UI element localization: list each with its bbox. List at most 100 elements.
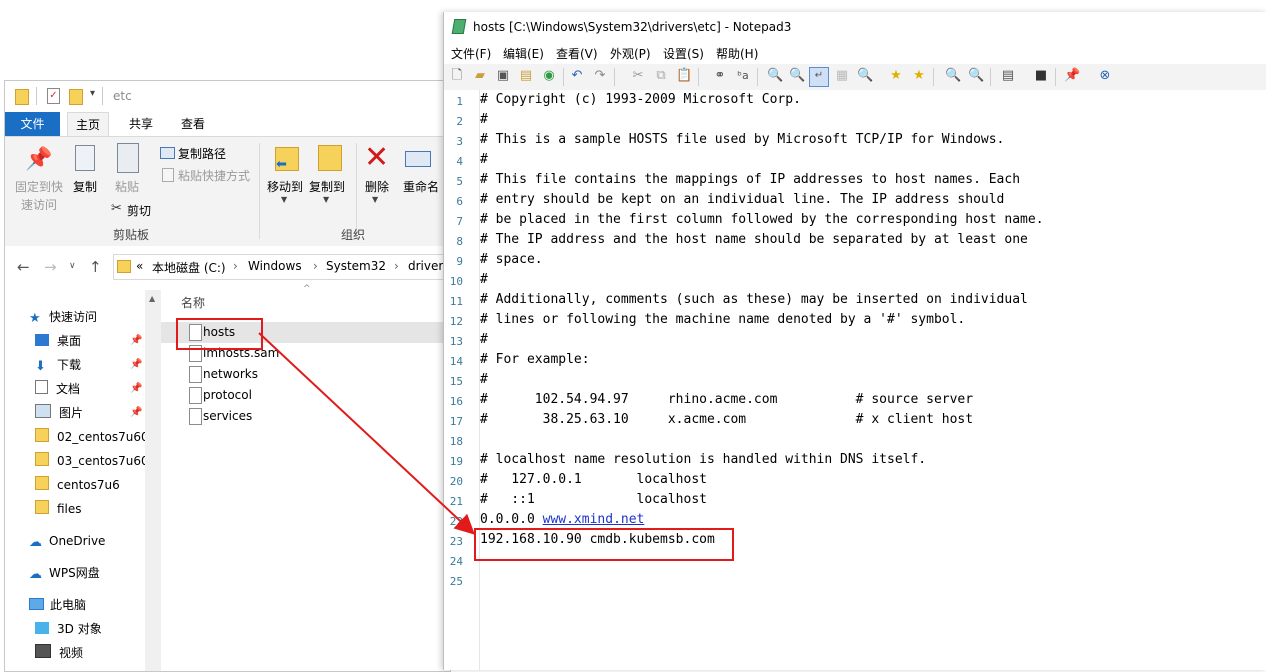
copy-icon[interactable]: ⧉ (653, 68, 669, 84)
toolbar-divider (614, 68, 615, 86)
pin-icon[interactable]: 📌 (130, 407, 142, 418)
zoom-out-icon[interactable]: 🔍 (968, 68, 984, 84)
editor-text-area[interactable]: # Copyright (c) 1993-2009 Microsoft Corp… (480, 90, 1266, 670)
line-number: 20 (449, 475, 463, 488)
redo-icon[interactable]: ↷ (592, 68, 608, 84)
file-name: networks (203, 367, 258, 381)
arrow-left-icon: ⬅ (276, 157, 287, 172)
file-row[interactable]: networks (161, 364, 450, 385)
nav-item-folder[interactable]: 02_centos7u60 (35, 426, 149, 448)
chevron-down-icon: ▼ (281, 195, 288, 204)
tab-view[interactable]: 查看 (173, 112, 213, 136)
pin-icon[interactable]: 📌 (130, 359, 142, 370)
copy-button[interactable]: 复制 (67, 178, 103, 195)
column-header-name[interactable]: 名称 (181, 294, 205, 311)
breadcrumb-item-windows[interactable]: Windows (248, 259, 302, 273)
properties-icon[interactable]: ✓ (47, 88, 60, 104)
breadcrumb-separator-icon[interactable]: › (233, 259, 238, 273)
line-number: 25 (449, 575, 463, 588)
replace-icon[interactable]: ᵇa (735, 68, 751, 84)
bookmark-add-icon[interactable]: ★ (911, 68, 927, 84)
breadcrumb-item-system32[interactable]: System32 (326, 259, 386, 273)
nav-item-this-pc[interactable]: 此电脑 (29, 594, 86, 616)
zoom-in-icon[interactable]: 🔍 (945, 68, 961, 84)
nav-item-wps[interactable]: ☁ WPS网盘 (29, 562, 100, 584)
nav-item-folder[interactable]: 03_centos7u60 (35, 450, 149, 472)
delete-button[interactable]: 删除 (361, 178, 393, 195)
goto-icon[interactable]: 🔍 (767, 68, 783, 84)
pin-to-quick-access-button[interactable]: 固定到快 速访问 (9, 178, 69, 214)
bookmark-star-icon[interactable]: ★ (888, 68, 904, 84)
new-folder-icon[interactable] (69, 89, 83, 105)
tab-share[interactable]: 共享 (121, 112, 161, 136)
exit-icon[interactable]: ⊗ (1097, 68, 1113, 84)
cut-icon[interactable]: ✂ (630, 68, 646, 84)
menu-edit[interactable]: 编辑(E) (503, 45, 544, 62)
hyperlink[interactable]: www.xmind.net (543, 512, 645, 527)
rename-button[interactable]: 重命名 (399, 178, 443, 195)
file-row[interactable]: protocol (161, 385, 450, 406)
new-file-icon[interactable]: 🗋 (449, 68, 465, 84)
nav-scrollbar[interactable]: ▲ (145, 290, 161, 671)
nav-item-3d-objects[interactable]: 3D 对象 (35, 618, 102, 640)
menu-settings[interactable]: 设置(S) (663, 45, 704, 62)
document-icon (35, 380, 48, 394)
nav-item-quick-access[interactable]: ★ 快速访问 (29, 306, 97, 328)
nav-item-pictures[interactable]: 图片 (35, 402, 83, 424)
search-page-icon[interactable]: 🔍 (789, 68, 805, 84)
menu-file[interactable]: 文件(F) (451, 45, 491, 62)
forward-icon[interactable]: → (44, 258, 57, 276)
code-line: # For example: (480, 352, 590, 367)
nav-item-videos[interactable]: 视频 (35, 642, 83, 664)
paste-icon[interactable]: 📋 (676, 68, 692, 84)
back-icon[interactable]: ← (17, 258, 30, 276)
scheme-icon[interactable]: ▤ (1000, 68, 1016, 84)
tab-home[interactable]: 主页 (67, 112, 109, 137)
open-folder-icon[interactable]: ▰ (472, 68, 488, 84)
up-icon[interactable]: ↑ (89, 258, 102, 276)
cut-button[interactable]: 剪切 (127, 202, 151, 219)
paste-button[interactable]: 粘贴 (109, 178, 145, 195)
tab-file[interactable]: 文件 (5, 112, 60, 136)
zoom-icon[interactable]: 🔍 (857, 68, 873, 84)
breadcrumb-overflow[interactable]: « (136, 259, 143, 273)
line-number: 23 (449, 535, 463, 548)
address-bar[interactable]: « 本地磁盘 (C:) › Windows › System32 › drive… (113, 254, 450, 280)
word-wrap-icon[interactable]: ↵ (809, 67, 829, 87)
menu-appearance[interactable]: 外观(P) (610, 45, 651, 62)
nav-item-folder[interactable]: centos7u6 (35, 474, 120, 496)
breadcrumb-item-c-drive[interactable]: 本地磁盘 (C:) (152, 259, 226, 276)
nav-item-downloads[interactable]: ⬇ 下载 (35, 354, 81, 376)
file-icon (189, 408, 202, 425)
scroll-up-icon[interactable]: ▲ (149, 294, 155, 303)
chevron-down-icon: ▼ (323, 195, 330, 204)
console-icon[interactable]: ■ (1033, 68, 1049, 84)
menu-view[interactable]: 查看(V) (556, 45, 598, 62)
nav-item-folder[interactable]: files (35, 498, 82, 520)
nav-item-documents[interactable]: 文档 (35, 378, 80, 400)
line-numbers-icon[interactable]: ▦ (834, 68, 850, 84)
qat-dropdown-icon[interactable]: ▾ (90, 88, 95, 99)
breadcrumb-separator-icon[interactable]: › (313, 259, 318, 273)
copy-to-button[interactable]: 复制到 (307, 178, 347, 195)
nav-item-onedrive[interactable]: ☁ OneDrive (29, 530, 105, 552)
find-binoculars-icon[interactable]: ⚭ (712, 68, 728, 84)
pin-on-top-icon[interactable]: 📌 (1064, 68, 1080, 84)
window-title: hosts [C:\Windows\System32\drivers\etc] … (473, 20, 792, 34)
save-as-icon[interactable]: ▤ (518, 68, 534, 84)
save-icon[interactable]: ▣ (495, 68, 511, 84)
pin-icon[interactable]: 📌 (130, 383, 142, 394)
explorer-title-bar: ✓ ▾ etc (5, 81, 450, 112)
divider (102, 87, 103, 105)
reload-icon[interactable]: ◉ (541, 68, 557, 84)
file-row[interactable]: services (161, 406, 450, 427)
pin-icon[interactable]: 📌 (130, 335, 142, 346)
recent-chevron-icon[interactable]: ∨ (69, 261, 76, 271)
move-to-button[interactable]: 移动到 (265, 178, 305, 195)
breadcrumb-separator-icon[interactable]: › (394, 259, 399, 273)
menu-help[interactable]: 帮助(H) (716, 45, 758, 62)
paste-shortcut-button[interactable]: 粘贴快捷方式 (178, 167, 250, 184)
undo-icon[interactable]: ↶ (569, 68, 585, 84)
copy-path-button[interactable]: 复制路径 (178, 145, 226, 162)
nav-item-desktop[interactable]: 桌面 (35, 330, 81, 352)
